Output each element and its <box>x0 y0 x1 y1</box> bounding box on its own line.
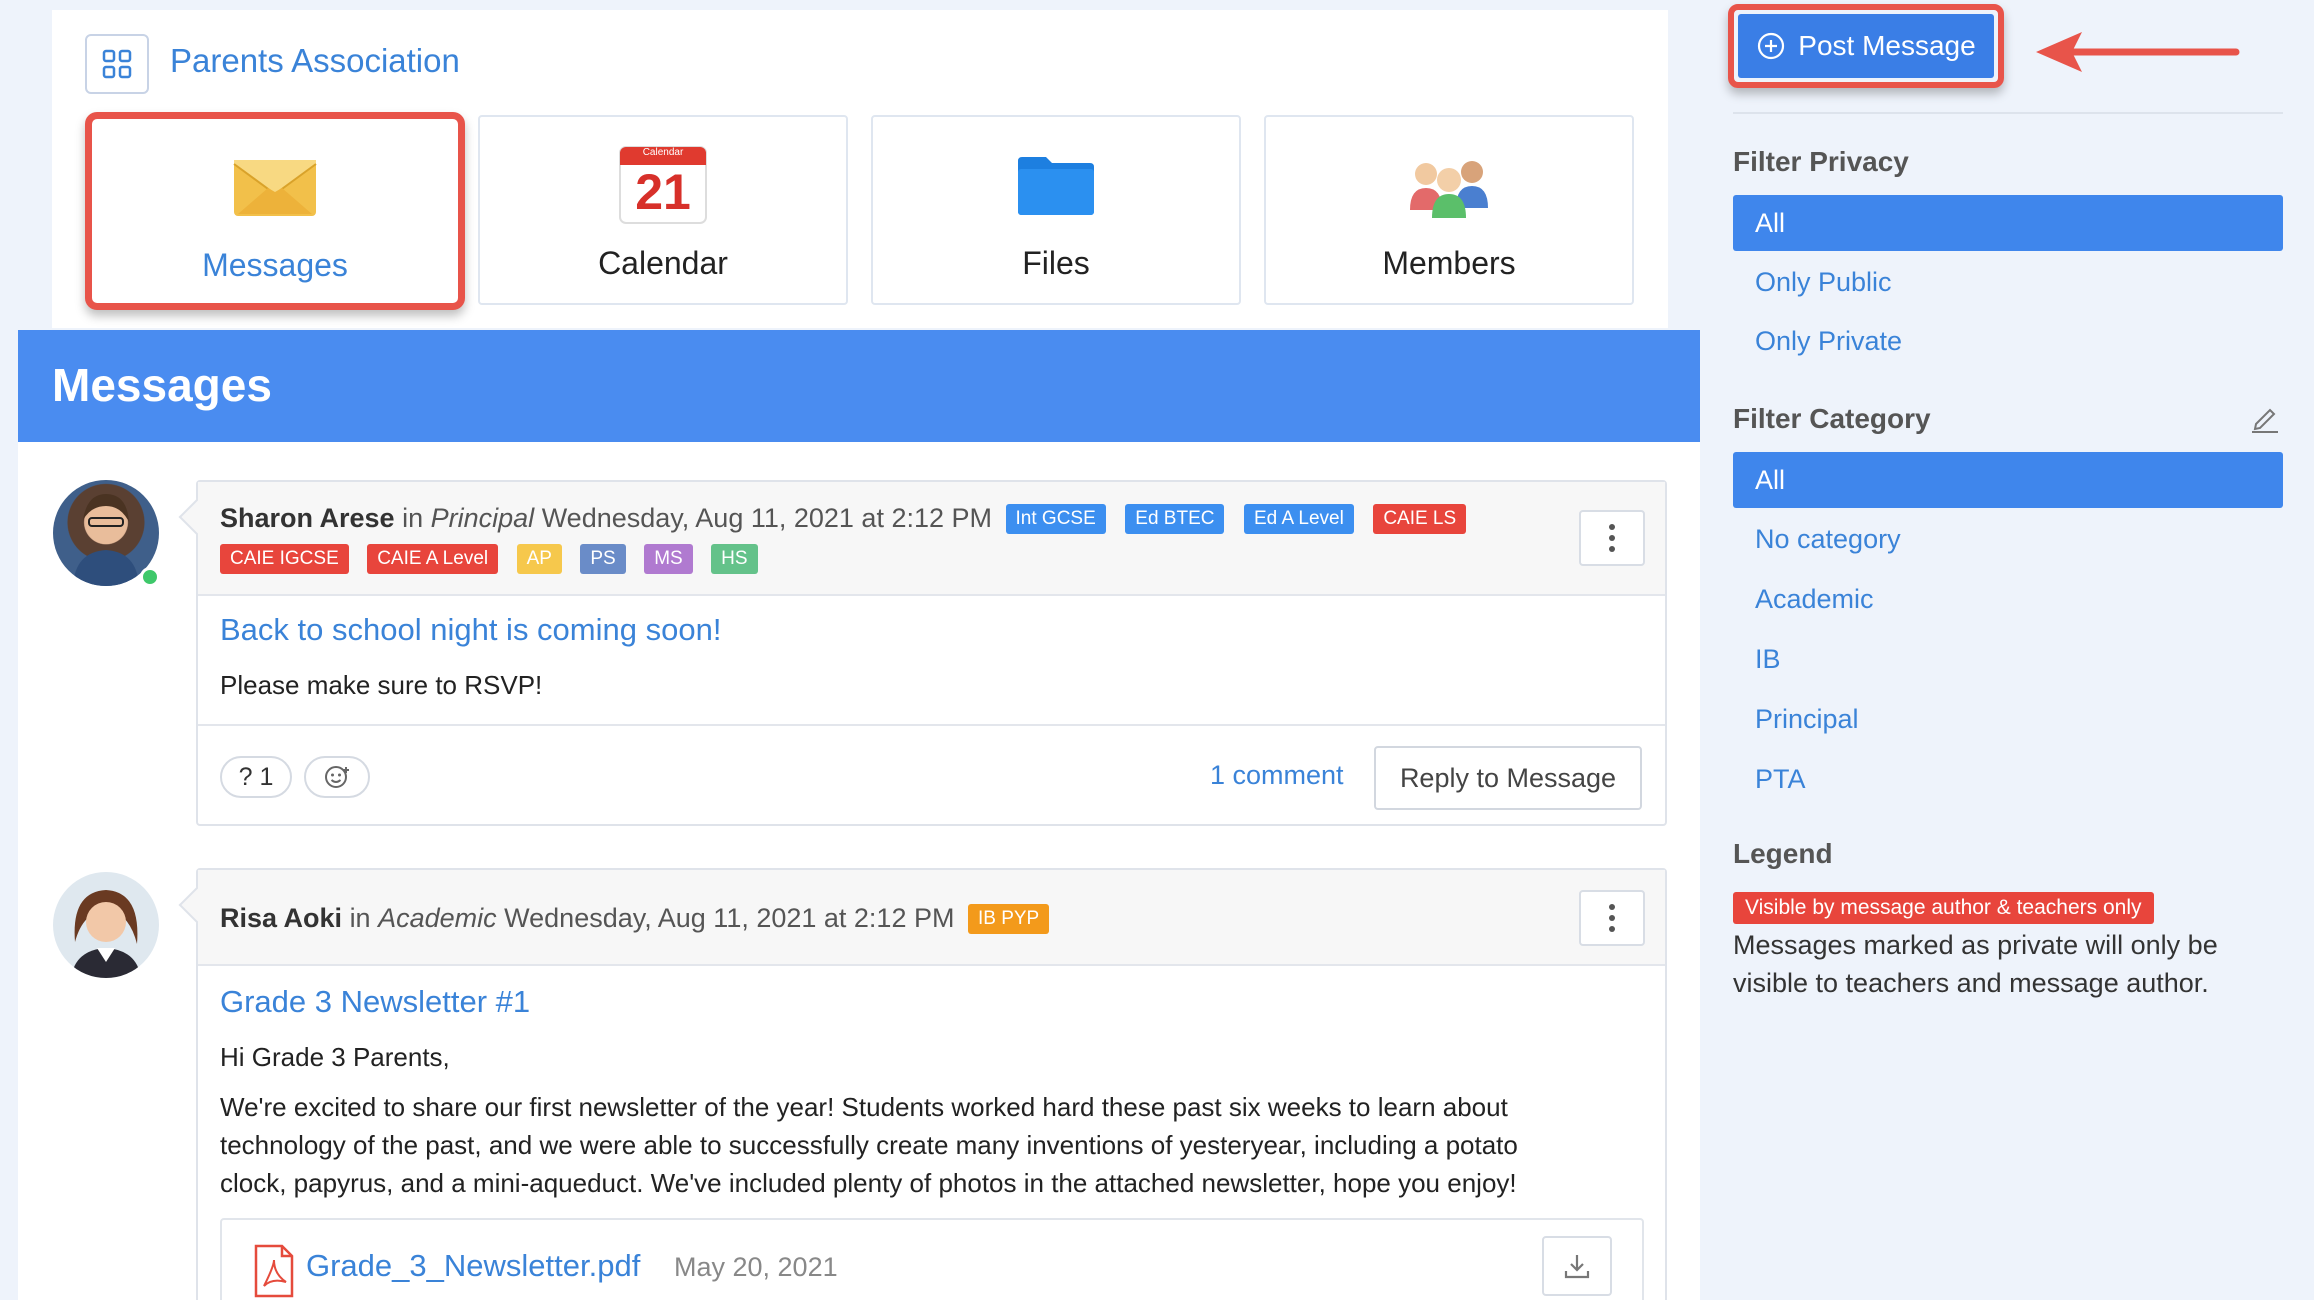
tile-files[interactable]: Files <box>871 115 1241 305</box>
apps-grid-button[interactable] <box>85 34 149 94</box>
tag-badge: CAIE IGCSE <box>220 544 349 574</box>
calendar-icon: Calendar 21 <box>618 145 708 225</box>
online-status-dot <box>140 567 160 587</box>
section-title: Messages <box>52 359 272 411</box>
category-name[interactable]: Principal <box>431 503 535 533</box>
message-options-button[interactable] <box>1579 890 1645 946</box>
message-meta: Sharon Arese in Principal Wednesday, Aug… <box>220 500 1600 536</box>
message-title[interactable]: Grade 3 Newsletter #1 <box>220 984 530 1020</box>
download-button[interactable] <box>1542 1236 1612 1296</box>
tile-label: Members <box>1382 245 1516 281</box>
folder-icon <box>1016 145 1096 225</box>
post-message-label: Post Message <box>1798 30 1976 61</box>
body-line: technology of the past, and we were able… <box>220 1130 1518 1160</box>
author-name[interactable]: Sharon Arese <box>220 503 395 533</box>
people-icon <box>1404 145 1494 225</box>
category-option-all[interactable]: All <box>1733 452 2283 508</box>
tag-badge: PS <box>580 544 626 574</box>
tile-messages[interactable]: Messages <box>85 112 465 310</box>
add-reaction-button[interactable] <box>304 756 370 798</box>
category-option-pta[interactable]: PTA <box>1733 751 2283 807</box>
private-visibility-badge: Visible by message author & teachers onl… <box>1733 892 2154 924</box>
envelope-icon <box>230 147 320 227</box>
edit-pencil-icon[interactable] <box>2248 400 2282 434</box>
tile-label: Calendar <box>598 245 728 281</box>
body-line: We're excited to share our first newslet… <box>220 1092 1508 1122</box>
message-greeting: Hi Grade 3 Parents, <box>220 1042 450 1072</box>
category-option-none[interactable]: No category <box>1733 511 2283 567</box>
category-option-principal[interactable]: Principal <box>1733 691 2283 747</box>
legend-description: Messages marked as private will only be … <box>1733 930 2218 998</box>
tag-badge: HS <box>711 544 758 574</box>
smiley-icon <box>325 766 349 788</box>
message-card: Risa Aoki in Academic Wednesday, Aug 11,… <box>196 868 1667 1300</box>
privacy-option-private[interactable]: Only Private <box>1733 313 2283 369</box>
in-word: in <box>402 503 424 533</box>
category-option-ib[interactable]: IB <box>1733 631 2283 687</box>
kebab-dot <box>1609 524 1615 530</box>
kebab-dot <box>1609 546 1615 552</box>
tag-badge: Ed BTEC <box>1125 504 1225 534</box>
pdf-icon <box>254 1244 294 1300</box>
tag-badge: Ed A Level <box>1244 504 1354 534</box>
reply-button[interactable]: Reply to Message <box>1374 746 1642 810</box>
attachment-name[interactable]: Grade_3_Newsletter.pdf <box>306 1248 640 1284</box>
author-name[interactable]: Risa Aoki <box>220 903 342 933</box>
message-body: We're excited to share our first newslet… <box>220 1088 1660 1202</box>
tag-badge: CAIE A Level <box>367 544 499 574</box>
tile-label: Files <box>1022 245 1090 281</box>
tag-row: CAIE IGCSE CAIE A Level AP PS MS HS <box>220 544 758 574</box>
category-name[interactable]: Academic <box>378 903 497 933</box>
comments-link[interactable]: 1 comment <box>1210 760 1344 791</box>
message-meta: Risa Aoki in Academic Wednesday, Aug 11,… <box>220 900 1520 936</box>
filter-category-heading: Filter Category <box>1733 403 1931 434</box>
privacy-option-public[interactable]: Only Public <box>1733 254 2283 310</box>
download-icon <box>1564 1255 1590 1279</box>
message-options-button[interactable] <box>1579 510 1645 566</box>
legend-heading: Legend <box>1733 838 1833 869</box>
tag-badge: Int GCSE <box>1005 504 1106 534</box>
filter-privacy-heading: Filter Privacy <box>1733 146 1909 177</box>
tag-badge: AP <box>516 544 562 574</box>
post-message-button[interactable]: Post Message <box>1738 14 1994 78</box>
message-body: Please make sure to RSVP! <box>220 670 543 700</box>
message-card: Sharon Arese in Principal Wednesday, Aug… <box>196 480 1667 826</box>
kebab-dot <box>1609 535 1615 541</box>
tile-members[interactable]: Members <box>1264 115 1634 305</box>
message-header: Sharon Arese in Principal Wednesday, Aug… <box>198 482 1665 596</box>
privacy-option-all[interactable]: All <box>1733 195 2283 251</box>
kebab-dot <box>1609 904 1615 910</box>
kebab-dot <box>1609 915 1615 921</box>
attachment-box: Grade_3_Newsletter.pdf May 20, 2021 <box>220 1218 1644 1300</box>
plus-circle-icon <box>1758 32 1785 60</box>
grid-icon <box>102 49 132 79</box>
avatar[interactable] <box>53 872 159 978</box>
tile-label: Messages <box>202 247 348 283</box>
divider <box>198 724 1665 726</box>
tag-badge: MS <box>644 544 693 574</box>
category-option-academic[interactable]: Academic <box>1733 571 2283 627</box>
post-date: Wednesday, Aug 11, 2021 at 2:12 PM <box>504 903 955 933</box>
post-date: Wednesday, Aug 11, 2021 at 2:12 PM <box>541 503 992 533</box>
attachment-date: May 20, 2021 <box>674 1252 838 1282</box>
kebab-dot <box>1609 926 1615 932</box>
in-word: in <box>349 903 371 933</box>
tile-calendar[interactable]: Calendar 21 Calendar <box>478 115 848 305</box>
calendar-day: 21 <box>635 164 691 220</box>
sidebar-divider <box>1733 112 2283 114</box>
body-line: clock, papyrus, and a mini-aqueduct. We'… <box>220 1168 1517 1198</box>
calendar-month-label: Calendar <box>642 147 684 158</box>
reaction-count[interactable]: ? 1 <box>220 756 292 798</box>
message-header: Risa Aoki in Academic Wednesday, Aug 11,… <box>198 870 1665 966</box>
tag-badge: CAIE LS <box>1373 504 1467 534</box>
arrow-left-icon <box>2036 32 2240 72</box>
group-title[interactable]: Parents Association <box>170 42 460 80</box>
tag-badge: IB PYP <box>967 904 1050 934</box>
message-title[interactable]: Back to school night is coming soon! <box>220 612 721 648</box>
